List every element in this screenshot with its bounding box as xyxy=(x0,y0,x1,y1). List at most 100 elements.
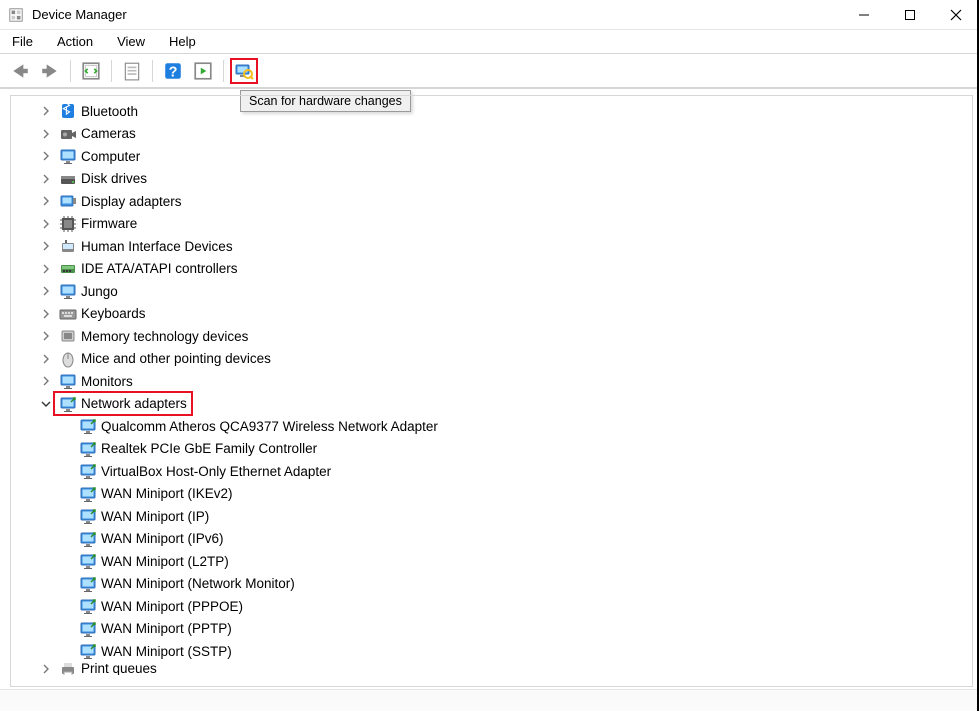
tree-node[interactable]: WAN Miniport (PPPOE) xyxy=(27,595,972,618)
tree-node-label: Human Interface Devices xyxy=(81,239,233,254)
network-icon xyxy=(79,462,97,480)
properties-button[interactable] xyxy=(118,58,146,84)
tree-node[interactable]: Realtek PCIe GbE Family Controller xyxy=(27,438,972,461)
tree-node-label: Network adapters xyxy=(81,396,187,411)
maximize-button[interactable] xyxy=(887,0,933,29)
expand-icon[interactable] xyxy=(39,352,53,366)
tree-node[interactable]: WAN Miniport (Network Monitor) xyxy=(27,573,972,596)
network-icon xyxy=(79,485,97,503)
device-tree[interactable]: BluetoothCameras Computer Disk drives Displ… xyxy=(10,95,973,687)
tree-node[interactable]: Memory technology devices xyxy=(27,325,972,348)
tree-node[interactable]: WAN Miniport (PPTP) xyxy=(27,618,972,641)
ide-icon xyxy=(59,260,77,278)
expand-icon[interactable] xyxy=(39,172,53,186)
tree-node-label: Mice and other pointing devices xyxy=(81,351,271,366)
tree-node-label: Print queues xyxy=(81,663,157,675)
action-button[interactable] xyxy=(189,58,217,84)
help-button[interactable] xyxy=(159,58,187,84)
tree-node[interactable]: WAN Miniport (L2TP) xyxy=(27,550,972,573)
tree-node[interactable]: Firmware xyxy=(27,213,972,236)
tree-node-label: Display adapters xyxy=(81,194,182,209)
toolbar: Scan for hardware changes xyxy=(0,54,979,88)
tree-node[interactable]: Cameras xyxy=(27,123,972,146)
statusbar xyxy=(0,689,979,711)
close-button[interactable] xyxy=(933,0,979,29)
tree-node[interactable]: IDE ATA/ATAPI controllers xyxy=(27,258,972,281)
tree-node[interactable]: Network adapters xyxy=(27,393,972,416)
tree-node-label: WAN Miniport (Network Monitor) xyxy=(101,576,295,591)
tree-node-label: IDE ATA/ATAPI controllers xyxy=(81,261,238,276)
expand-icon[interactable] xyxy=(39,284,53,298)
expand-icon[interactable] xyxy=(39,329,53,343)
network-icon xyxy=(79,417,97,435)
tree-node-label: Qualcomm Atheros QCA9377 Wireless Networ… xyxy=(101,419,438,434)
tree-node[interactable]: VirtualBox Host-Only Ethernet Adapter xyxy=(27,460,972,483)
back-button[interactable] xyxy=(6,58,34,84)
expand-icon[interactable] xyxy=(39,374,53,388)
tree-node[interactable]: Jungo xyxy=(27,280,972,303)
tree-node-label: WAN Miniport (SSTP) xyxy=(101,644,232,659)
memory-icon xyxy=(59,327,77,345)
expand-icon[interactable] xyxy=(39,663,53,675)
tree-node[interactable]: WAN Miniport (IP) xyxy=(27,505,972,528)
window-title: Device Manager xyxy=(32,7,841,22)
window-controls xyxy=(841,0,979,29)
network-icon xyxy=(79,620,97,638)
tree-node[interactable]: Print queues xyxy=(27,663,972,675)
tree-node-label: VirtualBox Host-Only Ethernet Adapter xyxy=(101,464,331,479)
tree-node[interactable]: Mice and other pointing devices xyxy=(27,348,972,371)
tree-node-label: WAN Miniport (PPTP) xyxy=(101,621,232,636)
tree-node-label: WAN Miniport (PPPOE) xyxy=(101,599,243,614)
tree-node[interactable]: WAN Miniport (SSTP) xyxy=(27,640,972,663)
tree-node-label: Memory technology devices xyxy=(81,329,248,344)
expand-icon[interactable] xyxy=(39,262,53,276)
expand-icon[interactable] xyxy=(39,217,53,231)
tree-node[interactable]: Disk drives xyxy=(27,168,972,191)
tree-node[interactable]: Display adapters xyxy=(27,190,972,213)
display-adapter-icon xyxy=(59,192,77,210)
menu-help[interactable]: Help xyxy=(165,32,200,51)
collapse-icon[interactable] xyxy=(39,397,53,411)
network-icon xyxy=(79,642,97,660)
tree-node[interactable]: Keyboards xyxy=(27,303,972,326)
network-icon xyxy=(79,575,97,593)
menu-view[interactable]: View xyxy=(113,32,149,51)
toolbar-separator xyxy=(70,60,71,82)
toolbar-separator xyxy=(223,60,224,82)
printer-icon xyxy=(59,663,77,675)
network-icon xyxy=(79,530,97,548)
tree-node[interactable]: WAN Miniport (IPv6) xyxy=(27,528,972,551)
mouse-icon xyxy=(59,350,77,368)
tree-node-label: Keyboards xyxy=(81,306,146,321)
network-icon xyxy=(59,395,77,413)
minimize-button[interactable] xyxy=(841,0,887,29)
tree-node[interactable]: Computer xyxy=(27,145,972,168)
tree-node-label: Computer xyxy=(81,149,140,164)
titlebar: Device Manager xyxy=(0,0,979,30)
menu-action[interactable]: Action xyxy=(53,32,97,51)
hid-icon xyxy=(59,237,77,255)
keyboard-icon xyxy=(59,305,77,323)
network-icon xyxy=(79,507,97,525)
tree-node-label: Monitors xyxy=(81,374,133,389)
tree-node[interactable]: Monitors xyxy=(27,370,972,393)
tree-node[interactable]: Qualcomm Atheros QCA9377 Wireless Networ… xyxy=(27,415,972,438)
expand-icon[interactable] xyxy=(39,104,53,118)
expand-icon[interactable] xyxy=(39,127,53,141)
tree-node[interactable]: Bluetooth xyxy=(27,100,972,123)
menu-file[interactable]: File xyxy=(8,32,37,51)
expand-icon[interactable] xyxy=(39,239,53,253)
tree-node-label: WAN Miniport (L2TP) xyxy=(101,554,229,569)
tree-node-label: Disk drives xyxy=(81,171,147,186)
expand-icon[interactable] xyxy=(39,149,53,163)
expand-icon[interactable] xyxy=(39,194,53,208)
show-hidden-button[interactable] xyxy=(77,58,105,84)
scan-hardware-button[interactable] xyxy=(230,58,258,84)
tree-node-label: WAN Miniport (IPv6) xyxy=(101,531,224,546)
tree-node[interactable]: Human Interface Devices xyxy=(27,235,972,258)
expand-icon[interactable] xyxy=(39,307,53,321)
forward-button[interactable] xyxy=(36,58,64,84)
tree-node-label: Jungo xyxy=(81,284,118,299)
disk-icon xyxy=(59,170,77,188)
tree-node[interactable]: WAN Miniport (IKEv2) xyxy=(27,483,972,506)
